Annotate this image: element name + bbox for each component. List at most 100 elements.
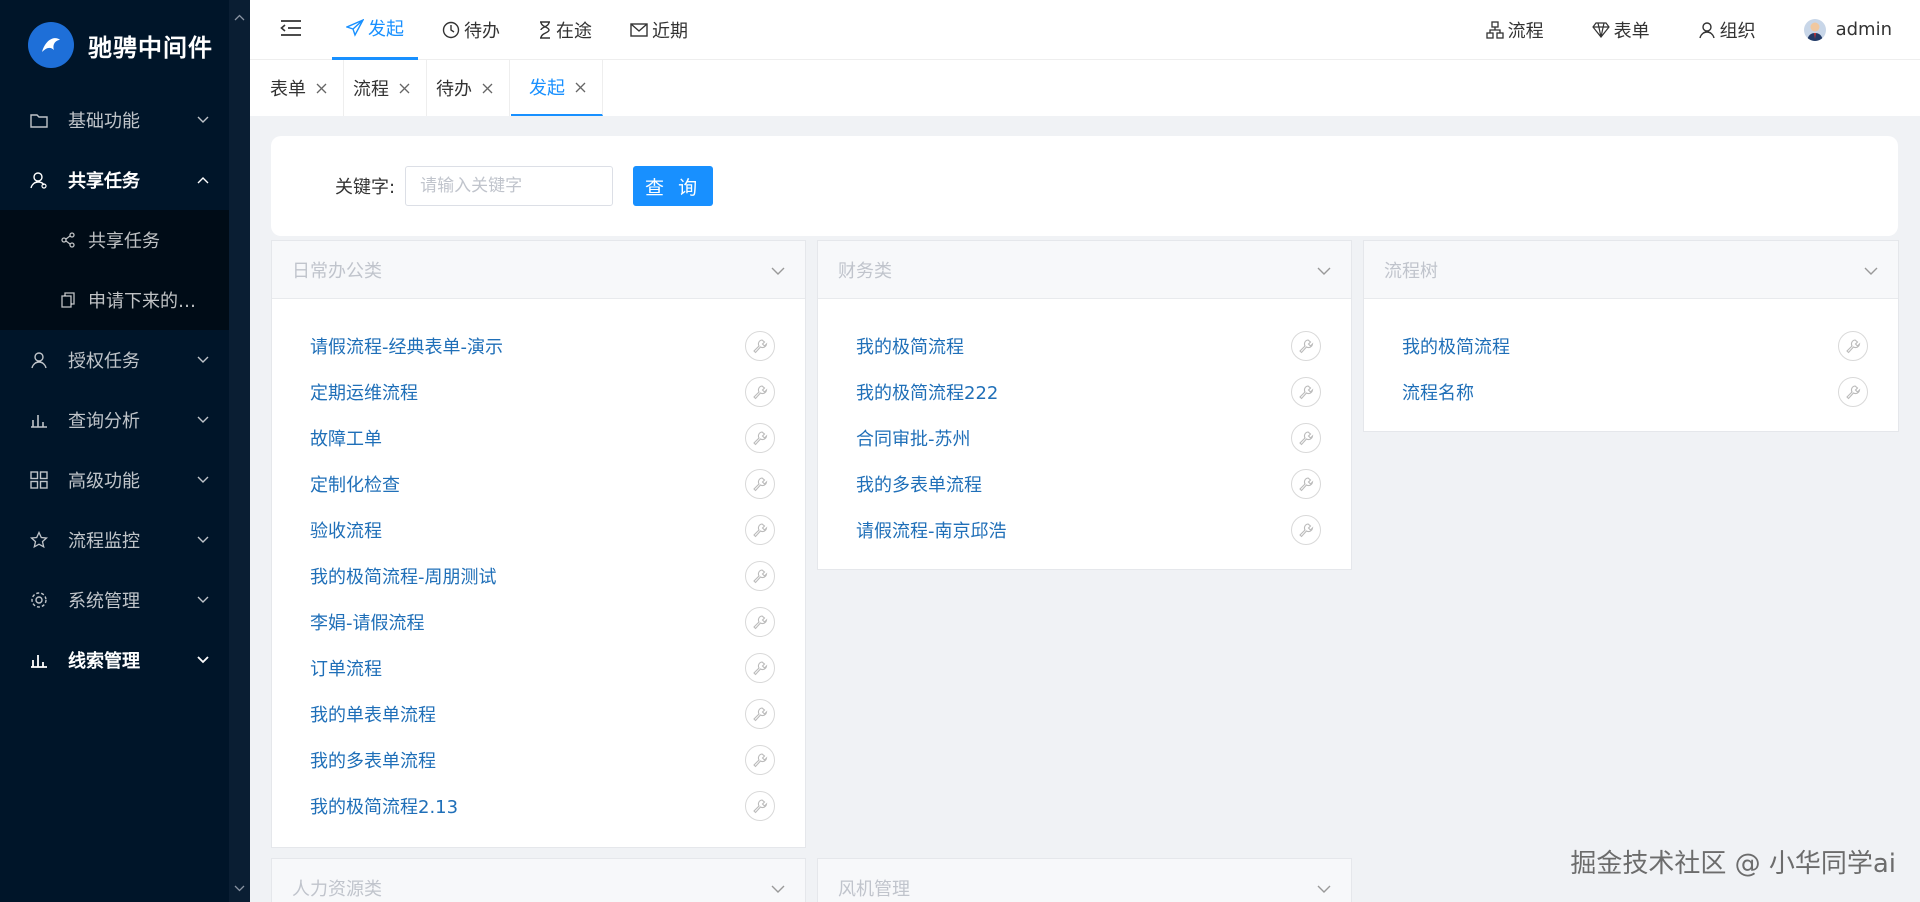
user-auth-icon: [28, 349, 50, 371]
wrench-icon[interactable]: [745, 469, 775, 499]
bar-chart-icon: [28, 409, 50, 431]
user-share-icon: [28, 169, 50, 191]
sidebar-subitem-label: 申请下来的…: [88, 291, 196, 312]
wrench-icon[interactable]: [1291, 515, 1321, 545]
wrench-icon[interactable]: [745, 331, 775, 361]
tab-todo[interactable]: 待办: [428, 60, 510, 116]
nav-todo[interactable]: 待办: [428, 0, 514, 60]
panel-header[interactable]: 流程树: [1364, 241, 1898, 299]
panel-header[interactable]: 财务类: [818, 241, 1351, 299]
flow-link[interactable]: 验收流程: [310, 517, 382, 543]
clock-icon: [442, 21, 460, 39]
flow-row: 我的极简流程2.13: [310, 783, 775, 829]
flow-link[interactable]: 合同审批-苏州: [856, 425, 971, 451]
chevron-down-icon: [196, 413, 210, 427]
flow-list: 我的极简流程 我的极简流程222 合同审批-苏州 我的多表单流程 请假流程-南京…: [818, 299, 1351, 561]
search-input[interactable]: [405, 166, 614, 206]
panel-header[interactable]: 日常办公类: [272, 241, 805, 299]
sidebar-item-monitor[interactable]: 流程监控: [0, 510, 250, 570]
flow-link[interactable]: 李娟-请假流程: [310, 609, 425, 635]
wrench-icon[interactable]: [745, 561, 775, 591]
flow-link[interactable]: 我的单表单流程: [310, 701, 436, 727]
wrench-icon[interactable]: [1291, 331, 1321, 361]
sidebar-subitem-shared-task[interactable]: 共享任务: [0, 210, 229, 270]
flow-row: 流程名称: [1402, 369, 1868, 415]
sidebar-item-system[interactable]: 系统管理: [0, 570, 250, 630]
scroll-down-icon[interactable]: [234, 877, 245, 896]
nav-inprogress[interactable]: 在途: [524, 0, 606, 60]
tab-flow[interactable]: 流程: [345, 60, 427, 116]
wrench-icon[interactable]: [1291, 469, 1321, 499]
flow-link[interactable]: 我的极简流程2.13: [310, 793, 458, 819]
nav-recent[interactable]: 近期: [616, 0, 702, 60]
wrench-icon[interactable]: [745, 745, 775, 775]
copy-icon: [58, 290, 78, 310]
flow-link[interactable]: 我的极简流程-周朋测试: [310, 563, 497, 589]
panel-header[interactable]: 风机管理: [818, 859, 1351, 902]
close-icon[interactable]: [399, 83, 410, 94]
sidebar-item-label: 基础功能: [68, 111, 140, 132]
wrench-icon[interactable]: [745, 699, 775, 729]
wrench-icon[interactable]: [745, 607, 775, 637]
close-icon[interactable]: [575, 82, 586, 93]
flow-link[interactable]: 我的极简流程222: [856, 379, 998, 405]
nav-form[interactable]: 表单: [1591, 17, 1650, 43]
flow-link[interactable]: 流程名称: [1402, 379, 1474, 405]
chevron-down-icon: [771, 877, 785, 898]
wrench-icon[interactable]: [1291, 423, 1321, 453]
chevron-down-icon: [196, 533, 210, 547]
chevron-down-icon: [1317, 259, 1331, 280]
flow-row: 我的极简流程-周朋测试: [310, 553, 775, 599]
flow-link[interactable]: 订单流程: [310, 655, 382, 681]
flow-list: 我的极简流程 流程名称: [1364, 299, 1898, 423]
search-button[interactable]: 查 询: [633, 166, 714, 206]
close-icon[interactable]: [482, 83, 493, 94]
sidebar-item-authorized[interactable]: 授权任务: [0, 330, 250, 390]
flow-link[interactable]: 请假流程-南京邱浩: [856, 517, 1007, 543]
flow-link[interactable]: 定期运维流程: [310, 379, 418, 405]
sidebar-subitem-applied[interactable]: 申请下来的…: [0, 270, 229, 330]
flow-row: 我的单表单流程: [310, 691, 775, 737]
logo[interactable]: 驰骋中间件: [0, 0, 250, 90]
wrench-icon[interactable]: [745, 377, 775, 407]
nav-start[interactable]: 发起: [332, 0, 418, 60]
panel-header[interactable]: 人力资源类: [272, 859, 805, 902]
flow-link[interactable]: 请假流程-经典表单-演示: [310, 333, 503, 359]
tab-form[interactable]: 表单: [262, 60, 344, 116]
flow-row: 故障工单: [310, 415, 775, 461]
flow-link[interactable]: 我的极简流程: [856, 333, 964, 359]
sidebar-item-basic[interactable]: 基础功能: [0, 90, 250, 150]
flow-list: 请假流程-经典表单-演示 定期运维流程 故障工单 定制化检查 验收流程 我的极简…: [272, 299, 805, 837]
flow-link[interactable]: 定制化检查: [310, 471, 400, 497]
wrench-icon[interactable]: [745, 791, 775, 821]
wrench-icon[interactable]: [1838, 377, 1868, 407]
sidebar-item-label: 系统管理: [68, 591, 140, 612]
chevron-down-icon: [196, 353, 210, 367]
wrench-icon[interactable]: [1838, 331, 1868, 361]
chevron-down-icon: [771, 259, 785, 280]
flow-link[interactable]: 我的多表单流程: [310, 747, 436, 773]
panel-title: 流程树: [1384, 260, 1438, 282]
flow-link[interactable]: 我的极简流程: [1402, 333, 1510, 359]
user-menu[interactable]: admin: [1803, 18, 1892, 41]
flow-link[interactable]: 我的多表单流程: [856, 471, 982, 497]
sidebar-item-query[interactable]: 查询分析: [0, 390, 250, 450]
wrench-icon[interactable]: [745, 423, 775, 453]
flow-link[interactable]: 故障工单: [310, 425, 382, 451]
scroll-up-icon[interactable]: [234, 6, 245, 25]
wrench-icon[interactable]: [745, 515, 775, 545]
sidebar-item-shared[interactable]: 共享任务: [0, 150, 250, 210]
sidebar-item-leads[interactable]: 线索管理: [0, 630, 250, 690]
menu-fold-button[interactable]: [250, 0, 332, 60]
sidebar-item-advanced[interactable]: 高级功能: [0, 450, 250, 510]
tab-start[interactable]: 发起: [511, 60, 603, 116]
nav-org[interactable]: 组织: [1698, 17, 1756, 43]
close-icon[interactable]: [316, 83, 327, 94]
wrench-icon[interactable]: [745, 653, 775, 683]
diamond-icon: [1591, 21, 1610, 38]
chevron-down-icon: [196, 113, 210, 127]
mail-icon: [630, 22, 648, 37]
nav-flow[interactable]: 流程: [1485, 17, 1544, 43]
wrench-icon[interactable]: [1291, 377, 1321, 407]
sidebar-scrollbar[interactable]: [229, 0, 250, 902]
